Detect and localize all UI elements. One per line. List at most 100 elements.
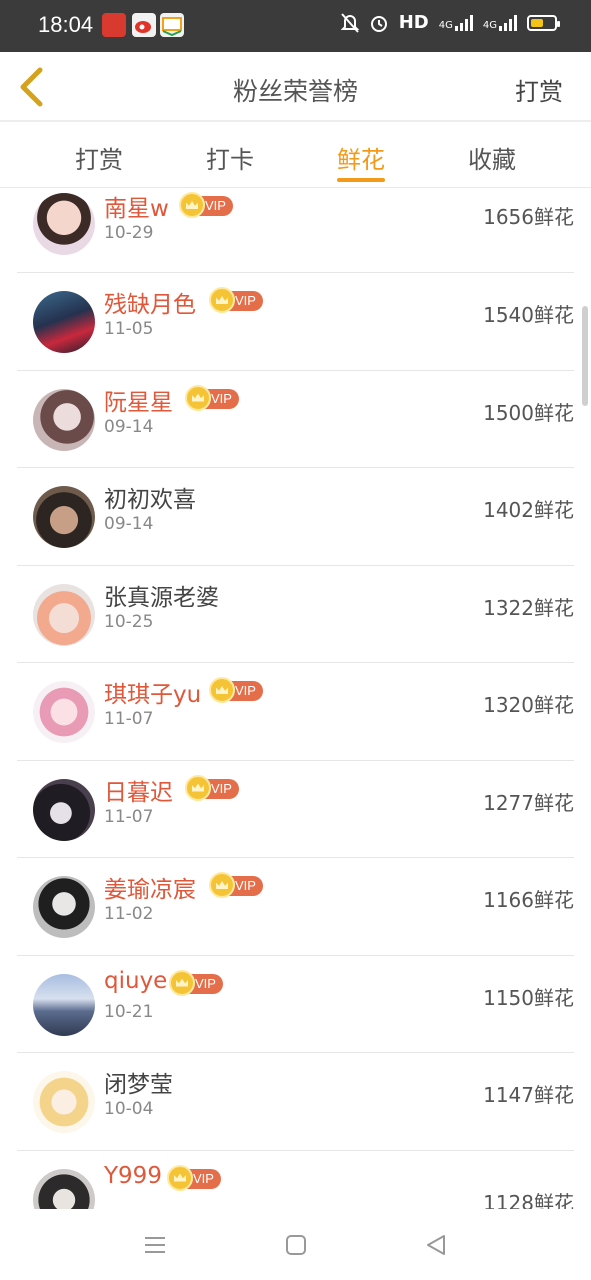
mail-app-icon (160, 13, 184, 37)
avatar[interactable] (33, 193, 95, 255)
tab-reward[interactable]: 打赏 (59, 140, 139, 175)
flower-count: 1277鲜花 (483, 790, 574, 815)
list-item[interactable]: qiuye VIP 10-21 1150鲜花 (17, 956, 574, 1053)
date: 10-21 (104, 1001, 154, 1022)
crown-icon (169, 969, 195, 996)
user-name[interactable]: 琪琪子yu (104, 675, 201, 709)
vip-badge: VIP (169, 969, 223, 996)
flower-count: 1128鲜花 (483, 1190, 574, 1210)
network-type-2: 4G (482, 19, 497, 31)
weibo-like-app-icon (102, 13, 126, 37)
user-name[interactable]: 南星w (104, 189, 169, 223)
flower-count: 1656鲜花 (483, 205, 574, 229)
status-time: 18:04 (38, 12, 94, 37)
avatar[interactable] (33, 778, 95, 841)
list-item[interactable]: 南星w VIP 10-29 1656鲜花 (17, 189, 574, 273)
vip-label: VIP (211, 780, 232, 796)
vip-badge: VIP (179, 192, 233, 218)
status-bar: 18:04 HD 4G 4G (0, 0, 591, 52)
vip-badge: VIP (167, 1164, 221, 1191)
system-nav-bar (0, 1209, 591, 1280)
active-tab-indicator (337, 178, 385, 182)
avatar[interactable] (33, 291, 95, 353)
user-name[interactable]: 姜瑜凉宸 (104, 870, 196, 904)
date: 11-07 (104, 806, 154, 827)
signal-icon-2: 4G (482, 14, 517, 31)
status-right: HD 4G 4G (340, 12, 560, 33)
vip-badge: VIP (209, 677, 263, 703)
flower-count: 1166鲜花 (483, 888, 574, 912)
flower-count: 1150鲜花 (483, 985, 574, 1010)
user-name[interactable]: qiuye (104, 968, 167, 994)
user-name[interactable]: 日暮迟 (104, 773, 173, 807)
flower-count: 1500鲜花 (483, 400, 574, 425)
date: 10-25 (104, 611, 154, 632)
vip-label: VIP (235, 878, 256, 893)
list-item[interactable]: 张真源老婆 10-25 1322鲜花 (17, 566, 574, 663)
avatar[interactable] (33, 388, 95, 451)
tab-checkin[interactable]: 打卡 (190, 140, 270, 175)
bell-off-icon (340, 12, 359, 33)
list-item[interactable]: 初初欢喜 09-14 1402鲜花 (17, 468, 574, 566)
scrollbar[interactable] (582, 306, 588, 406)
vip-label: VIP (235, 683, 256, 698)
user-name[interactable]: 阮星星 (104, 383, 173, 417)
home-button[interactable] (284, 1233, 308, 1257)
list-item[interactable]: 闭梦莹 10-04 1147鲜花 (17, 1053, 574, 1151)
user-name[interactable]: 残缺月色 (104, 285, 196, 319)
back-nav-button[interactable] (424, 1233, 448, 1257)
avatar[interactable] (33, 583, 95, 646)
crown-icon (185, 774, 211, 801)
vip-label: VIP (195, 975, 216, 991)
flower-count: 1402鲜花 (483, 498, 574, 522)
network-type-1: 4G (438, 19, 453, 31)
crown-icon (209, 677, 235, 703)
app-root: 18:04 HD 4G 4G 粉丝荣誉榜 打赏 打赏 打卡 鲜花 收藏 南星w … (0, 0, 591, 1280)
flower-count: 1147鲜花 (483, 1083, 574, 1107)
avatar[interactable] (33, 681, 95, 743)
avatar[interactable] (33, 486, 95, 548)
vip-badge: VIP (185, 774, 239, 801)
vip-label: VIP (193, 1170, 214, 1186)
avatar[interactable] (33, 876, 95, 938)
vip-badge: VIP (209, 872, 263, 898)
avatar[interactable] (33, 1168, 95, 1209)
list-item[interactable]: 琪琪子yu VIP 11-07 1320鲜花 (17, 663, 574, 761)
tab-bar: 打赏 打卡 鲜花 收藏 (0, 122, 591, 188)
flower-count: 1322鲜花 (483, 595, 574, 620)
list-item[interactable]: Y999 VIP 1128鲜花 (17, 1151, 574, 1210)
menu-button[interactable] (143, 1233, 167, 1257)
tab-flowers[interactable]: 鲜花 (321, 140, 401, 175)
crown-icon (167, 1164, 193, 1191)
battery-icon (527, 14, 560, 31)
list-item[interactable]: 阮星星 VIP 09-14 1500鲜花 (17, 371, 574, 468)
date: 11-05 (104, 319, 154, 339)
signal-icon: 4G (438, 14, 473, 31)
home-square-icon (286, 1235, 306, 1255)
hd-label: HD (398, 12, 429, 33)
alarm-icon (370, 15, 387, 32)
flower-count: 1320鲜花 (483, 693, 574, 717)
vip-label: VIP (235, 293, 256, 308)
date: 10-29 (104, 223, 154, 243)
user-name[interactable]: Y999 (104, 1163, 162, 1189)
date: 11-07 (104, 709, 154, 729)
crown-icon (179, 192, 205, 218)
crown-icon (209, 872, 235, 898)
avatar[interactable] (33, 1071, 95, 1133)
date: 11-02 (104, 904, 154, 924)
user-name[interactable]: 张真源老婆 (104, 578, 219, 612)
crown-icon (185, 384, 211, 411)
list-item[interactable]: 日暮迟 VIP 11-07 1277鲜花 (17, 761, 574, 858)
user-name[interactable]: 初初欢喜 (104, 480, 196, 514)
vip-label: VIP (211, 390, 232, 406)
reward-button[interactable]: 打赏 (515, 72, 563, 107)
list-item[interactable]: 残缺月色 VIP 11-05 1540鲜花 (17, 273, 574, 371)
list-item[interactable]: 姜瑜凉宸 VIP 11-02 1166鲜花 (17, 858, 574, 956)
date: 09-14 (104, 514, 154, 534)
tab-favorites[interactable]: 收藏 (452, 140, 532, 175)
avatar[interactable] (33, 973, 95, 1036)
user-name[interactable]: 闭梦莹 (104, 1065, 173, 1099)
crown-icon (209, 287, 235, 313)
weibo-icon (132, 13, 156, 37)
